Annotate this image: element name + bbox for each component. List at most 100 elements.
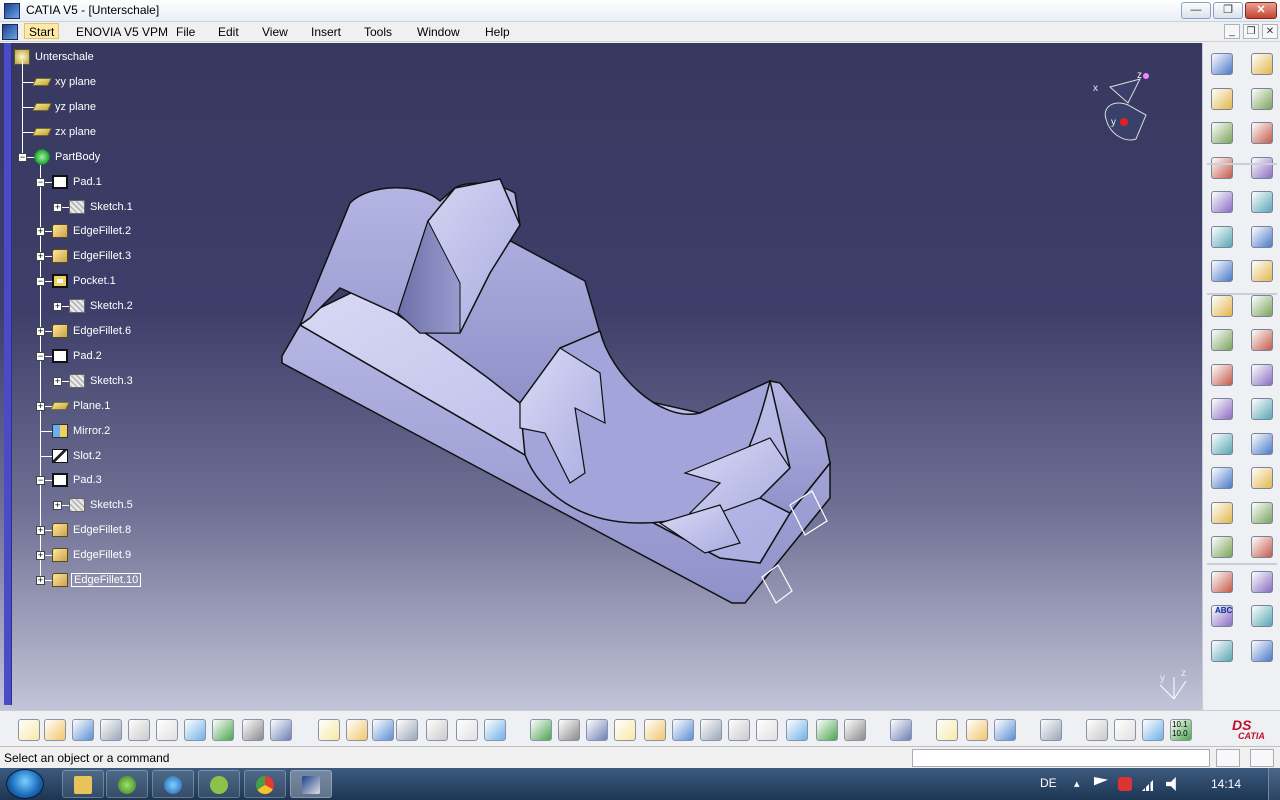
- network-icon[interactable]: [1142, 777, 1156, 791]
- expand-toggle[interactable]: +: [53, 302, 62, 312]
- tree-item-plane-1[interactable]: Plane.1: [50, 397, 112, 415]
- taskbar-media-button[interactable]: [152, 770, 194, 798]
- tree-item-edgefillet-10[interactable]: EdgeFillet.10: [52, 571, 142, 589]
- tree-item-edgefillet-2[interactable]: EdgeFillet.2: [52, 222, 133, 240]
- tree-item-edgefillet-3[interactable]: EdgeFillet.3: [52, 247, 133, 265]
- whats-this-icon[interactable]: [270, 719, 292, 741]
- line-icon[interactable]: [1251, 605, 1273, 627]
- tree-item-sketch-3[interactable]: Sketch.3: [69, 372, 135, 390]
- boolean-icon[interactable]: [1251, 467, 1273, 489]
- knowledge-advisor-icon[interactable]: [346, 719, 368, 741]
- collapse-toggle[interactable]: −: [18, 152, 27, 162]
- expand-toggle[interactable]: +: [36, 327, 45, 336]
- publish-icon[interactable]: [890, 719, 912, 741]
- print-icon[interactable]: [100, 719, 122, 741]
- maximize-button[interactable]: ❐: [1213, 2, 1243, 19]
- chamfer-icon[interactable]: [1251, 329, 1273, 351]
- collapse-toggle[interactable]: −: [36, 476, 45, 486]
- tree-item-sketch-5[interactable]: Sketch.5: [69, 496, 135, 514]
- capture-icon[interactable]: [1040, 719, 1062, 741]
- pad-feature-icon[interactable]: [1211, 260, 1233, 282]
- tree-icon[interactable]: [426, 719, 448, 741]
- taskbar-spotify-button[interactable]: [198, 770, 240, 798]
- expand-toggle[interactable]: +: [53, 376, 62, 386]
- lock-icon[interactable]: [456, 719, 478, 741]
- menu-window[interactable]: Window: [413, 24, 464, 40]
- tree-item-pad-2[interactable]: Pad.2: [52, 347, 104, 365]
- insert-body-icon[interactable]: [1251, 87, 1273, 110]
- shaft-icon[interactable]: [1251, 156, 1273, 179]
- copy-icon[interactable]: [156, 719, 178, 741]
- plane-tool-icon[interactable]: [1211, 156, 1233, 179]
- expand-toggle[interactable]: +: [36, 252, 45, 262]
- render-style-icon[interactable]: [1211, 639, 1233, 662]
- pocket-feature-icon[interactable]: [1211, 294, 1233, 317]
- expand-toggle[interactable]: +: [53, 202, 62, 212]
- zoom-in-icon[interactable]: [644, 719, 666, 741]
- groove-icon[interactable]: [1251, 191, 1273, 213]
- hole-feature-icon[interactable]: [1211, 363, 1233, 386]
- annotation-icon[interactable]: [1251, 536, 1273, 558]
- hide-show-icon[interactable]: [816, 719, 838, 741]
- 3d-viewport[interactable]: Unterschale xy plane yz plane zx plane − Part…: [0, 43, 1202, 710]
- tray-app-icon[interactable]: [1118, 777, 1132, 791]
- measure-between-icon[interactable]: [936, 719, 958, 741]
- update-icon[interactable]: [484, 719, 506, 741]
- menu-insert[interactable]: Insert: [307, 24, 345, 40]
- expand-toggle[interactable]: +: [36, 526, 45, 536]
- settings-gear-icon[interactable]: [1251, 53, 1273, 75]
- sketch-icon[interactable]: [1211, 53, 1233, 75]
- tree-root[interactable]: Unterschale: [14, 48, 96, 66]
- measure-icon[interactable]: [1251, 432, 1273, 455]
- stiffener-icon[interactable]: [1211, 432, 1233, 455]
- action-center-flag-icon[interactable]: [1094, 777, 1108, 786]
- taskbar-catia-button[interactable]: [290, 770, 332, 798]
- expand-toggle[interactable]: +: [36, 401, 45, 411]
- paste-icon[interactable]: [184, 719, 206, 741]
- windows-start-button[interactable]: [6, 769, 44, 799]
- compass-handle[interactable]: [1120, 118, 1128, 126]
- multi-view-icon[interactable]: [728, 719, 750, 741]
- undo-icon[interactable]: [212, 719, 234, 741]
- tree-item-sketch-2[interactable]: Sketch.2: [69, 297, 135, 315]
- expand-toggle[interactable]: +: [36, 576, 45, 585]
- axis-system-icon[interactable]: [1211, 122, 1233, 144]
- refresh-icon[interactable]: [1086, 719, 1108, 741]
- plane-surface-icon[interactable]: [1251, 639, 1273, 662]
- scale-icon[interactable]: [1251, 501, 1273, 524]
- line-tool-icon[interactable]: [1211, 191, 1233, 213]
- tree-item-pad-1[interactable]: Pad.1: [52, 173, 104, 191]
- cut-icon[interactable]: [128, 719, 150, 741]
- collapse-toggle[interactable]: −: [36, 177, 45, 187]
- tree-item-edgefillet-6[interactable]: EdgeFillet.6: [52, 322, 133, 340]
- edge-fillet-tool-icon[interactable]: [1211, 467, 1233, 489]
- tree-item-partbody[interactable]: PartBody: [34, 148, 102, 166]
- taskbar-explorer-button[interactable]: [62, 770, 104, 798]
- compass[interactable]: x y z: [1088, 69, 1154, 147]
- tree-item-xy-plane[interactable]: xy plane: [32, 73, 98, 91]
- command-cancel-button[interactable]: [1250, 749, 1274, 767]
- open-icon[interactable]: [44, 719, 66, 741]
- pan-icon[interactable]: [586, 719, 608, 741]
- menu-view[interactable]: View: [258, 24, 292, 40]
- close-button[interactable]: ✕: [1245, 2, 1277, 19]
- expand-toggle[interactable]: +: [53, 501, 62, 511]
- menu-enovia[interactable]: ENOVIA V5 VPM: [72, 24, 172, 40]
- rotate-icon[interactable]: [614, 719, 636, 741]
- swap-icon[interactable]: [844, 719, 866, 741]
- constraint-target-icon[interactable]: [1251, 260, 1273, 282]
- axis-icon[interactable]: [1142, 719, 1164, 741]
- menu-help[interactable]: Help: [481, 24, 514, 40]
- collapse-toggle[interactable]: −: [36, 277, 45, 287]
- measure-item-icon[interactable]: [966, 719, 988, 741]
- tree-item-sketch-1[interactable]: Sketch.1: [69, 198, 135, 216]
- measure-inertia-icon[interactable]: [994, 719, 1016, 741]
- point-tool-icon[interactable]: [1211, 398, 1233, 420]
- hole-icon[interactable]: [1251, 225, 1273, 248]
- tree-item-yz-plane[interactable]: yz plane: [32, 98, 98, 116]
- tree-item-zx-plane[interactable]: zx plane: [32, 123, 98, 141]
- tree-item-pad-3[interactable]: Pad.3: [52, 471, 104, 489]
- show-desktop-button[interactable]: [1268, 768, 1280, 800]
- command-input[interactable]: [912, 749, 1210, 767]
- menu-file[interactable]: File: [172, 24, 199, 40]
